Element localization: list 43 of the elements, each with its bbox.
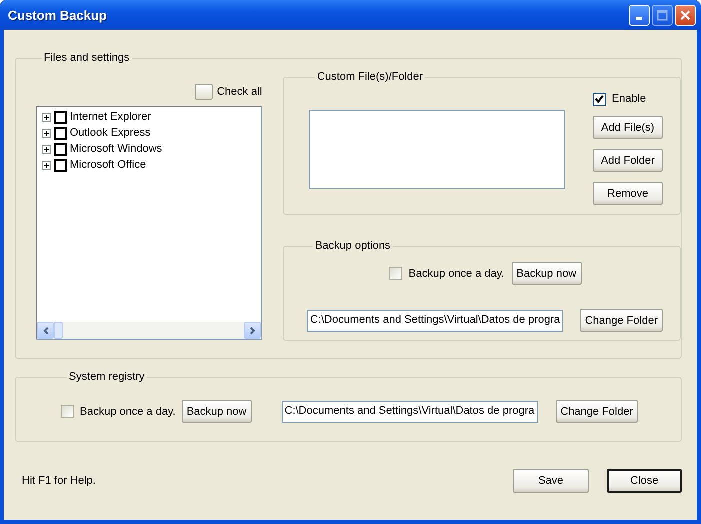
expand-icon[interactable] xyxy=(42,144,51,154)
checkbox-label: Enable xyxy=(612,93,646,105)
path-field[interactable]: C:\Documents and Settings\Virtual\Datos de progra xyxy=(307,310,564,332)
action-button[interactable]: Add Folder xyxy=(593,149,663,172)
group-title: Files and settings xyxy=(43,51,131,65)
checkbox[interactable] xyxy=(61,405,74,418)
checkbox[interactable] xyxy=(388,267,402,280)
close-icon[interactable] xyxy=(675,4,696,26)
maximize-icon[interactable] xyxy=(652,4,673,26)
check-all-label: Check all xyxy=(217,86,262,98)
checkbox-label: Backup once a day. xyxy=(408,268,505,280)
expand-icon[interactable] xyxy=(42,112,51,122)
file-list[interactable] xyxy=(309,110,566,189)
tree-checkbox[interactable] xyxy=(54,158,67,172)
dialog-button[interactable]: Save xyxy=(513,469,589,493)
window-title: Custom Backup xyxy=(8,8,108,22)
group-title: Backup options xyxy=(314,239,392,253)
checkbox-label: Backup once a day. xyxy=(80,406,176,418)
tree-item[interactable]: Microsoft Office xyxy=(70,159,146,171)
tree-checkbox[interactable] xyxy=(54,142,67,156)
expand-icon[interactable] xyxy=(42,160,51,170)
change-folder-button[interactable]: Change Folder xyxy=(556,400,638,423)
group-title: System registry xyxy=(68,370,146,384)
action-button[interactable]: Add File(s) xyxy=(593,116,663,139)
help-text: Hit F1 for Help. xyxy=(22,475,97,487)
scroll-thumb[interactable] xyxy=(54,322,63,339)
change-folder-button[interactable]: Change Folder xyxy=(580,309,663,332)
group-title: Custom File(s)/Folder xyxy=(316,70,424,84)
check-all-toggle[interactable] xyxy=(195,84,214,100)
checkbox[interactable] xyxy=(593,92,606,106)
tree-item[interactable]: Outlook Express xyxy=(70,127,151,139)
minimize-icon[interactable] xyxy=(629,4,650,26)
expand-icon[interactable] xyxy=(42,128,51,138)
tree-item[interactable]: Internet Explorer xyxy=(70,111,152,123)
tree-checkbox[interactable] xyxy=(54,110,67,124)
backup-now-button[interactable]: Backup now xyxy=(512,262,582,285)
dialog-button[interactable]: Close xyxy=(607,469,682,493)
horizontal-scrollbar[interactable] xyxy=(37,322,262,339)
path-field[interactable]: C:\Documents and Settings\Virtual\Datos de progra xyxy=(282,400,538,422)
action-button[interactable]: Remove xyxy=(593,182,663,205)
backup-now-button[interactable]: Backup now xyxy=(182,400,252,423)
tree-item[interactable]: Microsoft Windows xyxy=(70,143,162,155)
tree-checkbox[interactable] xyxy=(54,126,67,140)
